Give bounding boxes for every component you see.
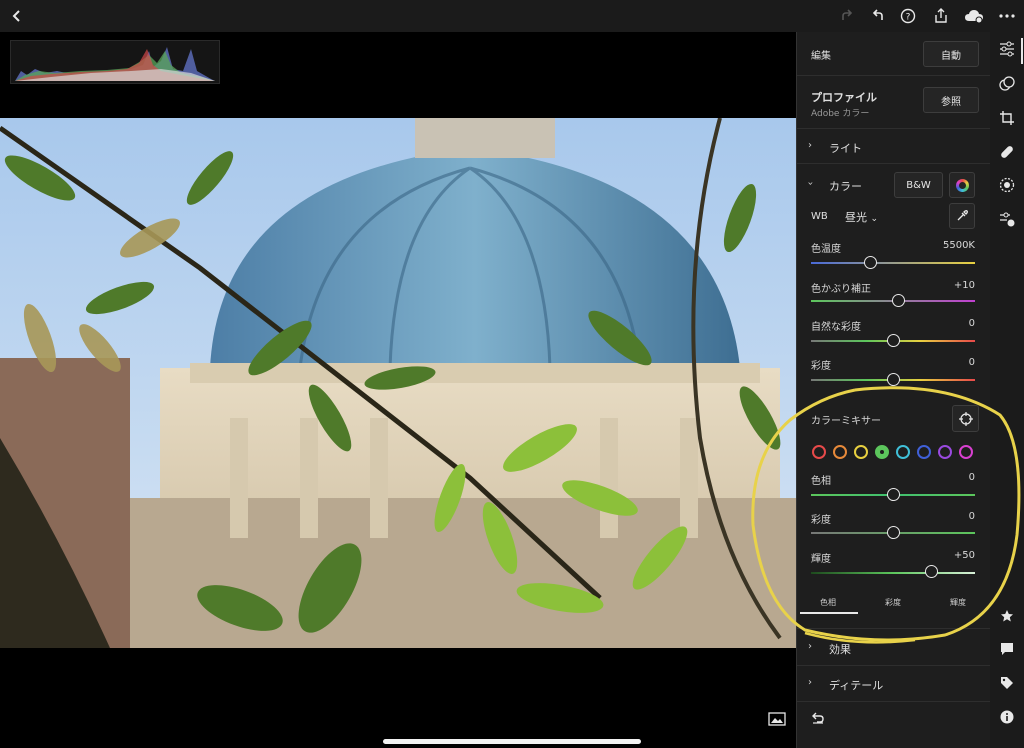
before-after-icon[interactable] <box>768 711 786 726</box>
saturation-label: 彩度 <box>811 361 831 372</box>
undo-icon[interactable] <box>867 5 889 27</box>
edit-panel: 編集 自動 プロファイル Adobe カラー 参照 › ライト › カラー B&… <box>796 32 991 748</box>
tint-slider-handle[interactable] <box>892 294 905 307</box>
mixer-saturation-value: 0 <box>968 511 975 522</box>
crop-icon[interactable] <box>998 109 1016 127</box>
mixer-hue-slider-handle[interactable] <box>887 488 900 501</box>
chevron-down-icon: ⌄ <box>870 214 879 224</box>
vibrance-value: 0 <box>968 318 975 329</box>
color-mode-button[interactable] <box>949 172 975 198</box>
tag-icon[interactable] <box>998 674 1016 692</box>
temp-value: 5500K <box>942 240 975 251</box>
vibrance-slider-handle[interactable] <box>887 334 900 347</box>
mixer-luminance-label: 輝度 <box>811 554 831 565</box>
color-label: カラー <box>829 180 862 193</box>
tab-saturation[interactable]: 彩度 <box>864 597 922 608</box>
vibrance-label: 自然な彩度 <box>811 322 861 333</box>
swatch-green[interactable] <box>875 445 889 459</box>
comment-icon[interactable] <box>998 640 1016 658</box>
detail-section[interactable]: › ディテール <box>797 666 991 702</box>
saturation-slider-handle[interactable] <box>887 373 900 386</box>
swatch-purple[interactable] <box>938 445 952 459</box>
chevron-right-icon: › <box>808 140 812 151</box>
help-icon[interactable]: ? <box>897 5 919 27</box>
detail-label: ディテール <box>829 679 884 692</box>
profile-title: プロファイル <box>811 91 877 104</box>
histogram <box>10 40 220 84</box>
bw-button[interactable]: B&W <box>894 172 943 198</box>
target-icon <box>958 411 973 426</box>
swatch-magenta[interactable] <box>959 445 973 459</box>
mixer-luminance-slider-handle[interactable] <box>925 565 938 578</box>
masking-icon[interactable] <box>998 176 1016 194</box>
edit-title: 編集 <box>811 51 831 62</box>
wb-select[interactable]: 昼光 ⌄ <box>845 209 878 225</box>
mixer-saturation-label: 彩度 <box>811 515 831 526</box>
mixer-hue-label: 色相 <box>811 476 831 487</box>
tab-hue[interactable]: 色相 <box>799 597 857 608</box>
info-icon[interactable] <box>998 708 1016 726</box>
saturation-value: 0 <box>968 357 975 368</box>
browse-button[interactable]: 参照 <box>923 87 979 113</box>
tool-strip <box>990 32 1024 748</box>
mixer-luminance-value: +50 <box>953 550 975 561</box>
photo-image <box>0 118 796 648</box>
svg-text:?: ? <box>906 13 911 23</box>
chevron-down-icon[interactable]: › <box>805 182 816 186</box>
color-wheel-icon <box>955 178 969 192</box>
mixer-saturation-slider-handle[interactable] <box>887 526 900 539</box>
adjust-sliders-icon[interactable] <box>998 40 1016 58</box>
temp-slider-handle[interactable] <box>864 256 877 269</box>
home-indicator <box>383 739 641 744</box>
profile-value: Adobe カラー <box>811 109 870 119</box>
swatch-aqua[interactable] <box>896 445 910 459</box>
effects-label: 効果 <box>829 643 851 656</box>
temp-slider[interactable] <box>811 262 975 264</box>
wb-value: 昼光 <box>845 211 867 224</box>
photo-canvas <box>0 32 796 748</box>
light-section[interactable]: › ライト <box>797 129 991 164</box>
back-icon[interactable] <box>6 5 28 27</box>
wb-label: WB <box>811 211 828 222</box>
reset-icon[interactable] <box>811 709 825 728</box>
healing-icon[interactable] <box>998 143 1016 161</box>
mixer-hue-value: 0 <box>968 472 975 483</box>
chevron-right-icon: › <box>808 677 812 688</box>
more-icon[interactable] <box>996 5 1018 27</box>
profile-section: プロファイル Adobe カラー 参照 <box>797 76 991 129</box>
redo-icon[interactable] <box>836 5 858 27</box>
tint-label: 色かぶり補正 <box>811 284 871 295</box>
mixer-luminance-slider[interactable] <box>811 572 975 574</box>
chevron-right-icon: › <box>808 641 812 652</box>
target-adjust-button[interactable] <box>952 405 979 432</box>
tab-luminance[interactable]: 輝度 <box>929 597 987 608</box>
edit-header: 編集 自動 <box>797 32 991 76</box>
active-tool-indicator <box>1021 38 1023 64</box>
swatch-yellow[interactable] <box>854 445 868 459</box>
color-mixer-title: カラーミキサー <box>811 416 881 427</box>
swatch-red[interactable] <box>812 445 826 459</box>
top-toolbar: ? <box>0 0 1024 32</box>
swatch-blue[interactable] <box>917 445 931 459</box>
temp-label: 色温度 <box>811 244 841 255</box>
share-icon[interactable] <box>930 5 952 27</box>
presets-icon[interactable] <box>998 75 1016 93</box>
cloud-sync-icon[interactable] <box>963 5 985 27</box>
tint-value: +10 <box>953 280 975 291</box>
tab-hue-underline <box>800 612 858 614</box>
light-label: ライト <box>829 142 862 155</box>
effects-section[interactable]: › 効果 <box>797 628 991 666</box>
auto-button[interactable]: 自動 <box>923 41 979 67</box>
swatch-orange[interactable] <box>833 445 847 459</box>
eyedropper-button[interactable] <box>949 203 975 229</box>
star-icon[interactable] <box>998 607 1016 625</box>
versions-icon[interactable] <box>998 210 1016 228</box>
eyedropper-icon <box>957 210 968 221</box>
